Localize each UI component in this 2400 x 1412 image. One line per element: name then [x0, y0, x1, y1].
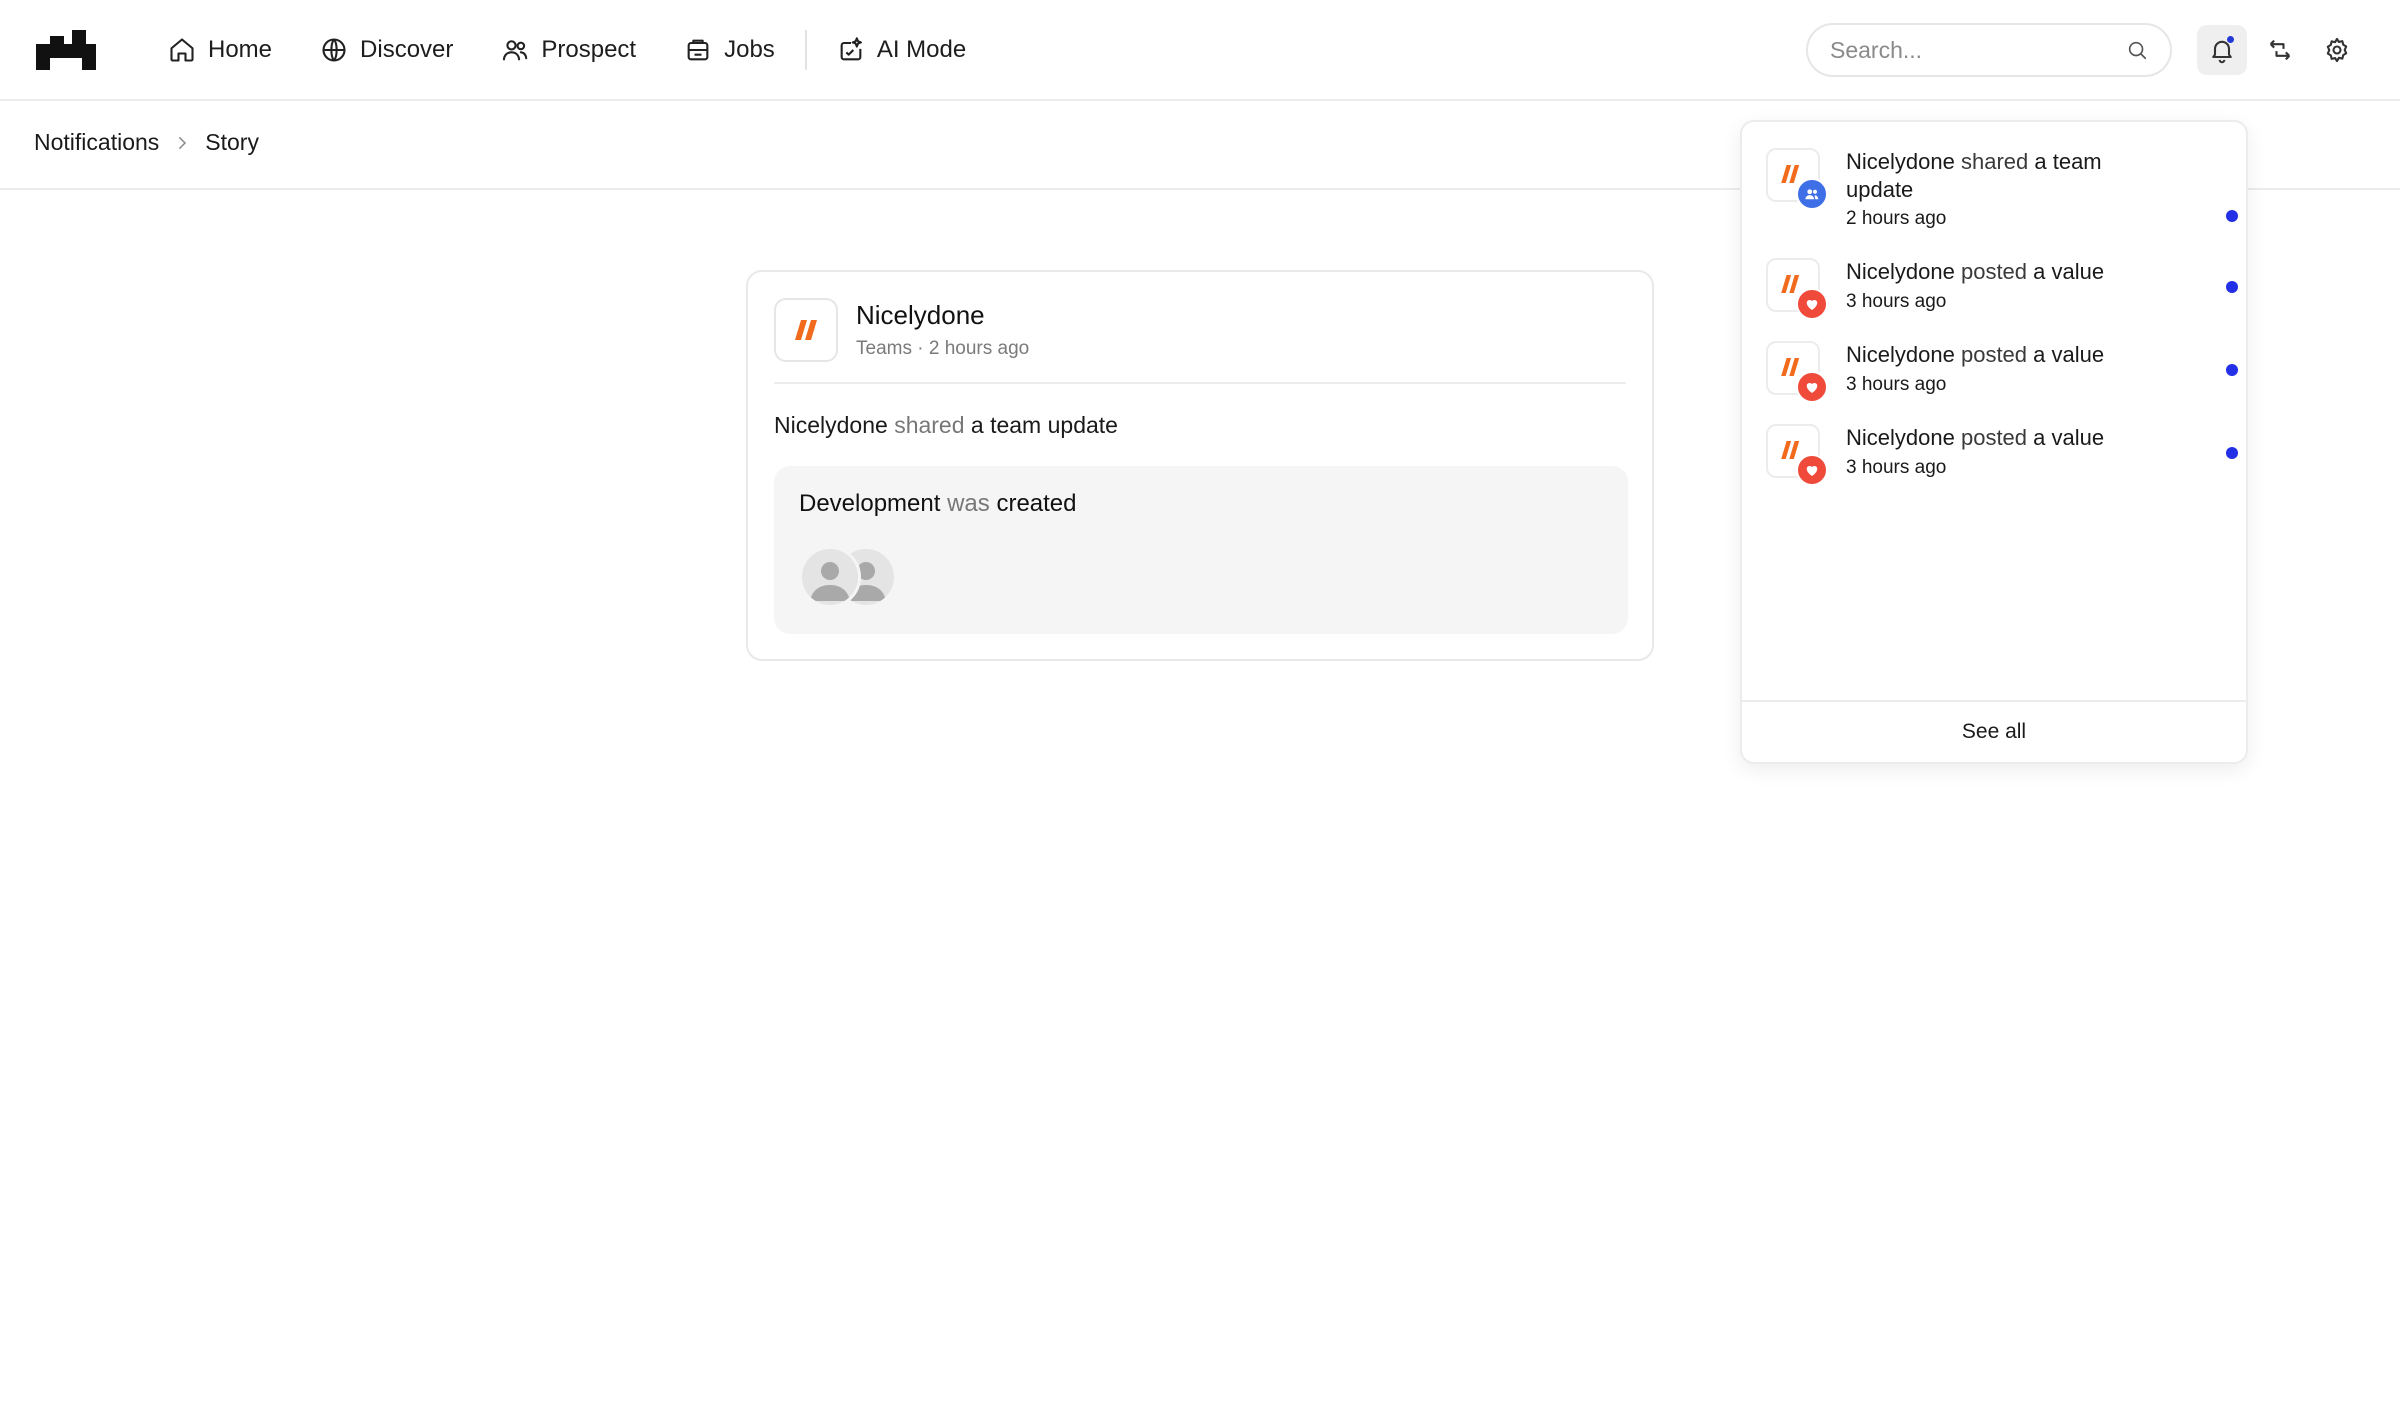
notification-verb: posted [1960, 259, 2028, 284]
heart-badge [1796, 371, 1828, 403]
top-navigation-bar: Home Discover Prospect Jobs AI Mode [0, 0, 2400, 101]
settings-button[interactable] [2312, 25, 2362, 75]
notification-item[interactable]: Nicelydone posted a value 3 hours ago [1766, 424, 2238, 488]
notification-verb: shared [1960, 149, 2029, 174]
company-name[interactable]: Nicelydone [856, 300, 985, 331]
notification-item[interactable]: Nicelydone posted a value 3 hours ago [1766, 258, 2238, 322]
team-update-object: created [996, 490, 1077, 517]
see-all-button[interactable]: See all [1742, 700, 2246, 762]
unread-dot [2226, 447, 2238, 459]
nav-ai-mode[interactable]: AI Mode [813, 0, 990, 100]
team-update-title: Development was created [799, 490, 1077, 518]
notification-avatar [1766, 341, 1828, 403]
nav-jobs[interactable]: Jobs [660, 0, 799, 100]
unread-dot [2226, 364, 2238, 376]
notification-avatar [1766, 258, 1828, 320]
nav-divider [804, 30, 807, 70]
notification-time: 3 hours ago [1846, 291, 1947, 312]
story-card: Nicelydone Teams · 2 hours ago Nicelydon… [746, 270, 1654, 661]
unread-dot [2226, 281, 2238, 293]
team-update-box: Development was created [774, 466, 1628, 634]
message-icon [2269, 39, 2291, 61]
notification-time: 3 hours ago [1846, 374, 1947, 395]
notification-object: a value [2033, 342, 2105, 367]
notification-text: Nicelydone posted a value [1846, 341, 2166, 369]
gear-icon [2326, 37, 2348, 63]
notification-object: a value [2033, 259, 2105, 284]
unread-dot [2226, 210, 2238, 222]
nav-prospect[interactable]: Prospect [477, 0, 660, 100]
story-object: a team update [970, 412, 1118, 438]
heart-icon [1806, 382, 1818, 393]
member-avatars [799, 546, 919, 608]
team-name[interactable]: Development [799, 490, 940, 517]
team-badge [1796, 178, 1828, 210]
story-card-header: Nicelydone Teams · 2 hours ago [774, 298, 1626, 384]
breadcrumb-story: Story [205, 129, 259, 155]
messages-button[interactable] [2255, 25, 2305, 75]
notification-avatar [1766, 148, 1828, 210]
notification-actor: Nicelydone [1846, 425, 1955, 450]
user-placeholder-icon [810, 562, 850, 601]
avatar[interactable] [799, 546, 861, 608]
story-actor[interactable]: Nicelydone [774, 412, 888, 438]
nicelydone-logo-icon [795, 320, 817, 340]
company-logo[interactable] [774, 298, 838, 362]
story-verb: shared [894, 412, 965, 438]
brand-logo[interactable] [36, 30, 96, 70]
home-icon [170, 38, 194, 62]
search-input[interactable] [1830, 36, 2126, 64]
search-icon[interactable] [2126, 37, 2148, 63]
notifications-button[interactable] [2197, 25, 2247, 75]
story-meta: Teams · 2 hours ago [856, 338, 1030, 359]
nav-prospect-label: Prospect [541, 36, 637, 63]
globe-icon [322, 38, 346, 62]
users-icon [503, 40, 528, 61]
notification-verb: posted [1960, 342, 2028, 367]
team-icon [1805, 189, 1819, 200]
notification-text: Nicelydone posted a value [1846, 424, 2166, 452]
main-nav: Home Discover Prospect Jobs AI Mode [144, 0, 990, 100]
search-box[interactable] [1806, 23, 2172, 77]
notification-actor: Nicelydone [1846, 259, 1955, 284]
briefcase-icon [687, 39, 709, 61]
nav-home-label: Home [208, 36, 273, 63]
nav-jobs-label: Jobs [724, 36, 775, 63]
team-update-verb: was [947, 490, 990, 517]
sparkle-icon [840, 37, 862, 61]
chevron-right-icon [179, 136, 187, 149]
notifications-dropdown: Nicelydone shared a team update 2 hours … [1740, 120, 2248, 764]
heart-icon [1806, 465, 1818, 476]
heart-badge [1796, 454, 1828, 486]
nav-discover-label: Discover [360, 36, 454, 63]
unread-indicator [2226, 35, 2235, 44]
notification-time: 3 hours ago [1846, 457, 1947, 478]
breadcrumb: Notifications Story [34, 129, 259, 156]
nav-discover[interactable]: Discover [296, 0, 477, 100]
story-summary: Nicelydone shared a team update [774, 412, 1118, 439]
nav-home[interactable]: Home [144, 0, 296, 100]
notification-verb: posted [1960, 425, 2028, 450]
notification-time: 2 hours ago [1846, 208, 1947, 229]
notification-object: a value [2033, 425, 2105, 450]
notification-item[interactable]: Nicelydone posted a value 3 hours ago [1766, 341, 2238, 405]
notification-text: Nicelydone posted a value [1846, 258, 2166, 286]
heart-badge [1796, 288, 1828, 320]
notification-actor: Nicelydone [1846, 149, 1955, 174]
notification-avatar [1766, 424, 1828, 486]
notification-item[interactable]: Nicelydone shared a team update 2 hours … [1766, 148, 2238, 238]
notification-actor: Nicelydone [1846, 342, 1955, 367]
breadcrumb-notifications[interactable]: Notifications [34, 129, 159, 156]
nav-ai-mode-label: AI Mode [876, 36, 967, 63]
notification-text: Nicelydone shared a team update [1846, 148, 2166, 204]
heart-icon [1806, 299, 1818, 310]
